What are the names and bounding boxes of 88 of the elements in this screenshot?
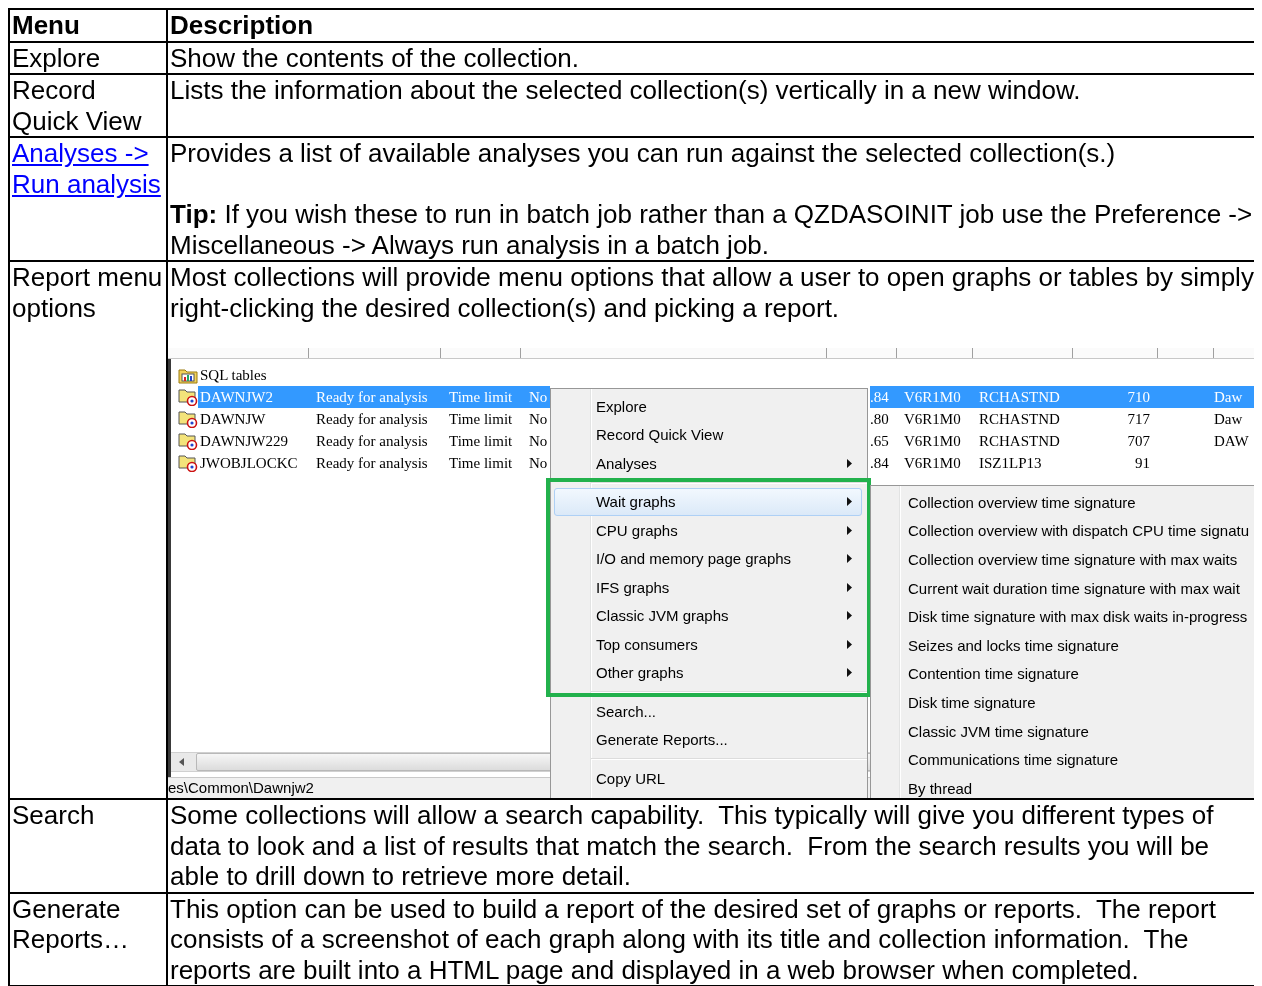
description-text: Tip: If you wish these to run in batch job rather than a QZDASOINIT job use the Preference -> Miscellaneous -> Always run analysis in a batch job. [170, 199, 1254, 260]
status-path: es\Common\Dawnjw2 [168, 778, 314, 798]
list-row[interactable]: DAWNJW Ready for analysis Time limit No [198, 408, 550, 430]
menu-item[interactable]: Analyses [554, 449, 862, 478]
description-text: Provides a list of available analyses you can run against the selected collection(s.) [170, 138, 1117, 169]
menu-item[interactable]: Search... [554, 697, 862, 726]
list-cell: Time limit [449, 388, 513, 406]
list-cell: 91 [1135, 454, 1150, 472]
list-cell: Time limit [449, 432, 513, 450]
list-cell: Ready for analysis [316, 432, 428, 450]
menu-item[interactable]: Other graphs [554, 658, 862, 687]
item-name: JWOBJLOCKC [200, 454, 298, 472]
list-cell-text: Daw [1213, 410, 1243, 428]
list-cell: .84 [870, 454, 889, 472]
list-cell: ISZ1LP13 [979, 454, 1042, 472]
list-cell: RCHASTND [979, 388, 1060, 406]
menu-item[interactable]: Collection overview time signature with max waits [908, 551, 1238, 568]
menu-item[interactable]: Generate Reports... [554, 725, 862, 754]
list-cell: Ready for analysis [316, 454, 428, 472]
menu-item[interactable]: Disk time signature [908, 693, 1036, 711]
menu-item[interactable]: Record Quick View [554, 420, 862, 449]
menu-item[interactable]: Current wait duration time signature with max wait [908, 579, 1240, 597]
menu-item[interactable]: Wait graphs [554, 487, 862, 516]
scroll-left-arrow-icon [178, 757, 186, 767]
description-text: This option can be used to build a report of the desired set of graphs or reports. The report consists of a screenshot of each graph along with its title and collection information. The reports are built into a HTML page and displayed in a web browser when completed. [170, 893, 1217, 985]
list-cell: Time limit [449, 454, 513, 472]
list-cell: No [529, 410, 548, 428]
menu-item[interactable]: Communications time signature [908, 751, 1119, 769]
menu-item[interactable]: Classic JVM time signature [908, 722, 1089, 740]
list-cell: 717 [1127, 410, 1150, 428]
menu-label: Record Quick View [12, 75, 142, 136]
menu-item[interactable]: Classic JVM graphs [554, 601, 862, 630]
description-text: Some collections will allow a search capability. This typically will give you different types of data to look and a list of results that match the search. From the search results you will be able to drill down to retrieve more detail. [170, 800, 1215, 892]
list-cell: V6R1M0 [904, 388, 961, 406]
list-cell: Time limit [449, 410, 513, 428]
menu-item[interactable]: Top consumers [554, 630, 862, 659]
folder-target-icon [178, 454, 198, 472]
menu-item[interactable]: Collection overview with dispatch CPU time signatu [908, 522, 1249, 540]
list-cell: V6R1M0 [904, 410, 961, 428]
list-cell: V6R1M0 [904, 454, 961, 472]
list-cell: V6R1M0 [904, 432, 961, 450]
list-cell: .65 [870, 432, 889, 450]
list-row[interactable]: SQL tables [198, 364, 550, 386]
description-text: Lists the information about the selected collection(s) vertically in a new window. [170, 75, 1082, 106]
list-cell: No [529, 454, 548, 472]
list-row[interactable]: .65 V6R1M0 RCHASTND 707 DAW [870, 430, 1254, 452]
item-name: DAWNJW2 [200, 388, 273, 406]
list-cell-text: Daw [1213, 388, 1243, 406]
list-cell: RCHASTND [979, 410, 1060, 428]
menu-label: Explore [12, 42, 101, 73]
list-cell: No [529, 388, 548, 406]
list-cell-text: DAW [1213, 432, 1249, 450]
menu-item[interactable]: Collection overview time signature [908, 493, 1136, 511]
list-cell: No [529, 432, 548, 450]
list-row[interactable]: .84 V6R1M0 ISZ1LP13 91 [870, 452, 1254, 474]
menu-label: Generate Reports… [12, 893, 130, 954]
list-cell: Ready for analysis [316, 410, 428, 428]
menu-item[interactable]: Copy URL [554, 764, 862, 793]
folder-target-icon [178, 410, 198, 428]
column-header: Menu [9, 9, 167, 42]
menu-item[interactable]: Explore [554, 392, 862, 421]
menu-item[interactable]: I/O and memory page graphs [554, 544, 862, 573]
list-row[interactable]: JWOBJLOCKC Ready for analysis Time limit No [198, 452, 550, 474]
list-cell: RCHASTND [979, 432, 1060, 450]
menu-label: Search [12, 800, 95, 830]
menu-item[interactable]: Contention time signature [908, 665, 1079, 683]
description-text: Show the contents of the collection. [170, 42, 581, 73]
menu-label: Report menu options [12, 262, 163, 323]
list-cell: 707 [1127, 432, 1150, 450]
list-cell: 710 [1127, 388, 1150, 406]
menu-item[interactable]: IFS graphs [554, 573, 862, 602]
list-cell: .84 [870, 388, 889, 406]
menu-item[interactable]: CPU graphs [554, 516, 862, 545]
item-name: SQL tables [200, 366, 267, 384]
folder-target-icon [178, 432, 198, 450]
column-header: Description [167, 9, 1254, 42]
menu-item[interactable]: Seizes and locks time signature [908, 636, 1119, 654]
list-row[interactable]: DAWNJW229 Ready for analysis Time limit No [198, 430, 550, 452]
list-cell: Ready for analysis [316, 388, 428, 406]
item-name: DAWNJW [200, 410, 266, 428]
list-row[interactable]: .80 V6R1M0 RCHASTND 717 Daw [870, 408, 1254, 430]
menu-item[interactable]: Disk time signature with max disk waits in-progress [908, 608, 1248, 626]
menu-item[interactable]: By thread [908, 779, 973, 797]
item-name: DAWNJW229 [200, 432, 288, 450]
table-folder-icon [178, 366, 198, 384]
list-cell: .80 [870, 410, 889, 428]
folder-target-icon [178, 388, 198, 406]
description-text: Most collections will provide menu options that allow a user to open graphs or tables by simply right-clicking the desired collection(s) and picking a report. [170, 262, 1254, 323]
